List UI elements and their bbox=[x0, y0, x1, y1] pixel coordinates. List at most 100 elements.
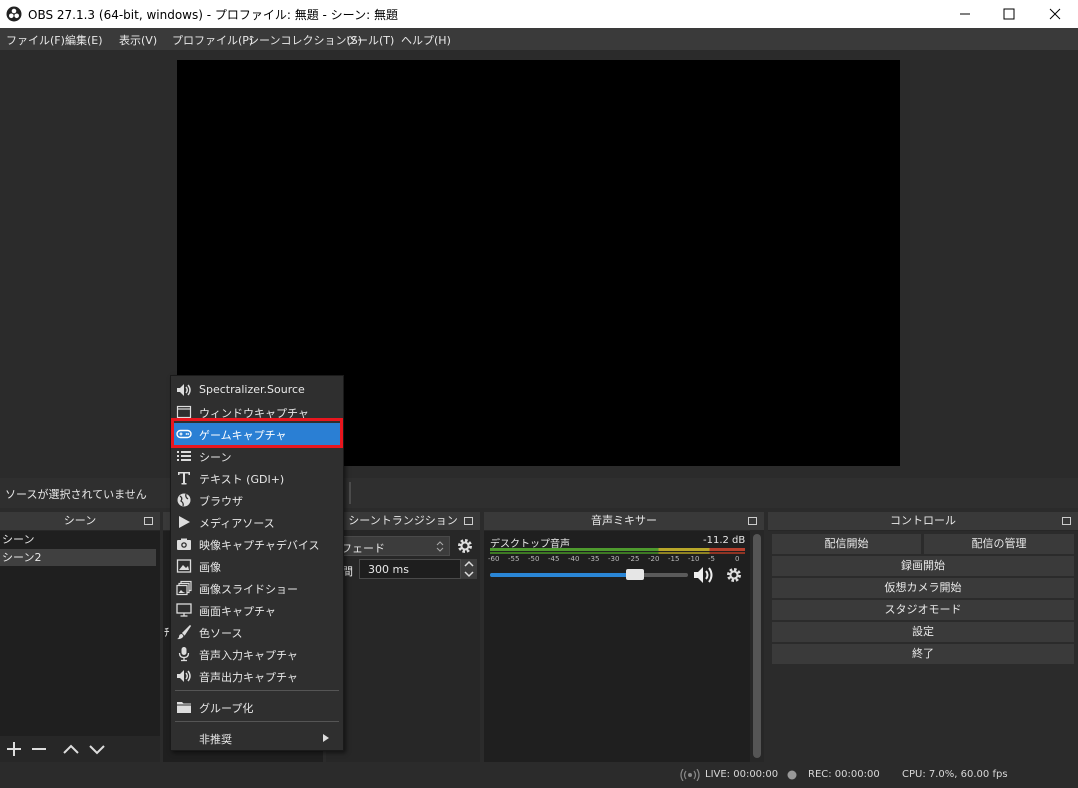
audio-meter-scale: -60 -55 -50 -45 -40 -35 -30 -25 -20 -15 … bbox=[488, 555, 748, 565]
menu-tools[interactable]: ツール(T) bbox=[346, 32, 394, 48]
menu-item-label: 画像 bbox=[199, 561, 221, 574]
menu-edit[interactable]: 編集(E) bbox=[65, 32, 103, 48]
menu-item-media-source[interactable]: メディアソース bbox=[171, 511, 343, 533]
speaker-icon bbox=[177, 384, 191, 396]
minimize-button[interactable] bbox=[942, 0, 988, 28]
menu-item-label: 画像スライドショー bbox=[199, 583, 298, 596]
maximize-button[interactable] bbox=[986, 0, 1032, 28]
menu-item-video-capture-device[interactable]: 映像キャプチャデバイス bbox=[171, 533, 343, 555]
speaker-icon[interactable] bbox=[693, 565, 717, 585]
menu-separator bbox=[175, 721, 339, 722]
audio-mixer-dock-title: 音声ミキサー bbox=[591, 514, 657, 527]
list-icon bbox=[177, 451, 191, 461]
menu-file[interactable]: ファイル(F) bbox=[6, 32, 65, 48]
menu-item-browser[interactable]: ブラウザ bbox=[171, 489, 343, 511]
gear-icon[interactable] bbox=[456, 537, 474, 555]
stepper-arrows-icon bbox=[464, 560, 474, 578]
globe-icon bbox=[177, 493, 191, 507]
menu-item-label: 非推奨 bbox=[199, 733, 232, 746]
transitions-dock-title: シーントランジション bbox=[348, 514, 458, 527]
menu-item-scene[interactable]: シーン bbox=[171, 445, 343, 467]
scale-tick: -55 bbox=[508, 555, 520, 563]
menu-item-audio-output-capture[interactable]: 音声出力キャプチャ bbox=[171, 665, 343, 687]
duration-input[interactable]: 300 ms bbox=[359, 559, 461, 579]
undock-icon[interactable] bbox=[748, 517, 757, 525]
minimize-icon bbox=[960, 13, 970, 15]
menu-item-game-capture[interactable]: ゲームキャプチャ bbox=[171, 423, 343, 445]
menu-help[interactable]: ヘルプ(H) bbox=[401, 32, 451, 48]
menu-item-label: グループ化 bbox=[199, 702, 254, 715]
menu-item-label: 音声入力キャプチャ bbox=[199, 649, 298, 662]
menu-item-label: 色ソース bbox=[199, 627, 243, 640]
menu-item-label: 画面キャプチャ bbox=[199, 605, 276, 618]
scene-item-selected[interactable]: シーン2 bbox=[0, 549, 156, 566]
sources-empty-hint: ﾁ bbox=[164, 626, 170, 639]
menu-item-label: シーン bbox=[199, 451, 232, 464]
menu-item-label: 音声出力キャプチャ bbox=[199, 671, 298, 684]
maximize-icon bbox=[1003, 8, 1015, 20]
menu-profile[interactable]: プロファイル(P) bbox=[172, 32, 253, 48]
manage-broadcast-button[interactable]: 配信の管理 bbox=[924, 534, 1074, 554]
settings-button[interactable]: 設定 bbox=[772, 622, 1074, 642]
rec-timer: REC: 00:00:00 bbox=[808, 769, 880, 780]
duration-stepper[interactable] bbox=[461, 559, 477, 579]
scale-tick: -15 bbox=[668, 555, 680, 563]
volume-slider[interactable] bbox=[490, 569, 688, 580]
menu-item-label: ウィンドウキャプチャ bbox=[199, 407, 309, 420]
studio-mode-button[interactable]: スタジオモード bbox=[772, 600, 1074, 620]
start-recording-button[interactable]: 録画開始 bbox=[772, 556, 1074, 576]
exit-button[interactable]: 終了 bbox=[772, 644, 1074, 664]
scenes-dock: シーン シーン シーン2 bbox=[0, 512, 160, 762]
add-scene-button[interactable] bbox=[3, 738, 25, 760]
controls-dock: コントロール 配信開始 配信の管理 録画開始 仮想カメラ開始 スタジオモード 設… bbox=[768, 512, 1078, 762]
menu-view[interactable]: 表示(V) bbox=[119, 32, 157, 48]
status-bar: LIVE: 00:00:00 REC: 00:00:00 CPU: 7.0%, … bbox=[0, 762, 1078, 788]
menu-item-audio-input-capture[interactable]: 音声入力キャプチャ bbox=[171, 643, 343, 665]
start-streaming-button[interactable]: 配信開始 bbox=[772, 534, 921, 554]
volume-slider-handle[interactable] bbox=[625, 569, 644, 580]
move-scene-up-button[interactable] bbox=[60, 738, 82, 760]
folder-icon bbox=[177, 702, 191, 713]
scenes-dock-header: シーン bbox=[0, 512, 160, 530]
menu-item-text-gdi[interactable]: テキスト (GDI+) bbox=[171, 467, 343, 489]
undock-icon[interactable] bbox=[144, 517, 153, 525]
menu-item-image[interactable]: 画像 bbox=[171, 555, 343, 577]
image-icon bbox=[176, 559, 192, 573]
window-icon bbox=[176, 405, 192, 419]
transitions-body: フェード 間 300 ms bbox=[326, 531, 480, 762]
move-scene-down-button[interactable] bbox=[86, 738, 108, 760]
cpu-fps-readout: CPU: 7.0%, 60.00 fps bbox=[902, 769, 1008, 780]
chevron-down-icon bbox=[89, 745, 105, 755]
scale-tick: 0 bbox=[735, 555, 740, 563]
audio-meter-bar bbox=[490, 548, 745, 551]
menu-item-display-capture[interactable]: 画面キャプチャ bbox=[171, 599, 343, 621]
controls-body: 配信開始 配信の管理 録画開始 仮想カメラ開始 スタジオモード 設定 終了 bbox=[768, 531, 1078, 762]
menu-item-deprecated[interactable]: 非推奨 bbox=[171, 727, 343, 749]
undock-icon[interactable] bbox=[464, 517, 473, 525]
audio-level-readout: -11.2 dB bbox=[703, 535, 746, 546]
menu-item-color-source[interactable]: 色ソース bbox=[171, 621, 343, 643]
scene-item[interactable]: シーン bbox=[0, 531, 156, 548]
scale-tick: -60 bbox=[488, 555, 500, 563]
scale-tick: -10 bbox=[688, 555, 700, 563]
remove-scene-button[interactable] bbox=[28, 738, 50, 760]
menu-scene-collection[interactable]: シーンコレクション(S) bbox=[248, 32, 362, 48]
start-virtual-camera-button[interactable]: 仮想カメラ開始 bbox=[772, 578, 1074, 598]
transition-select[interactable]: フェード bbox=[326, 536, 450, 556]
close-button[interactable] bbox=[1032, 0, 1078, 28]
menu-item-spectralizer-source[interactable]: Spectralizer.Source bbox=[171, 379, 343, 401]
scenes-toolbar bbox=[0, 736, 160, 762]
gear-icon[interactable] bbox=[725, 566, 743, 584]
mixer-scrollbar[interactable] bbox=[753, 534, 761, 758]
menu-item-image-slideshow[interactable]: 画像スライドショー bbox=[171, 577, 343, 599]
text-icon bbox=[178, 472, 190, 485]
controls-dock-header: コントロール bbox=[768, 512, 1078, 530]
scenes-list: シーン シーン2 bbox=[0, 531, 160, 762]
menu-item-label: ブラウザ bbox=[199, 495, 243, 508]
scale-tick: -25 bbox=[628, 555, 640, 563]
menu-item-window-capture[interactable]: ウィンドウキャプチャ bbox=[171, 401, 343, 423]
menu-item-group[interactable]: グループ化 bbox=[171, 696, 343, 718]
menu-item-label: 映像キャプチャデバイス bbox=[199, 539, 320, 552]
transitions-dock-header: シーントランジション bbox=[326, 512, 480, 530]
undock-icon[interactable] bbox=[1062, 517, 1071, 525]
